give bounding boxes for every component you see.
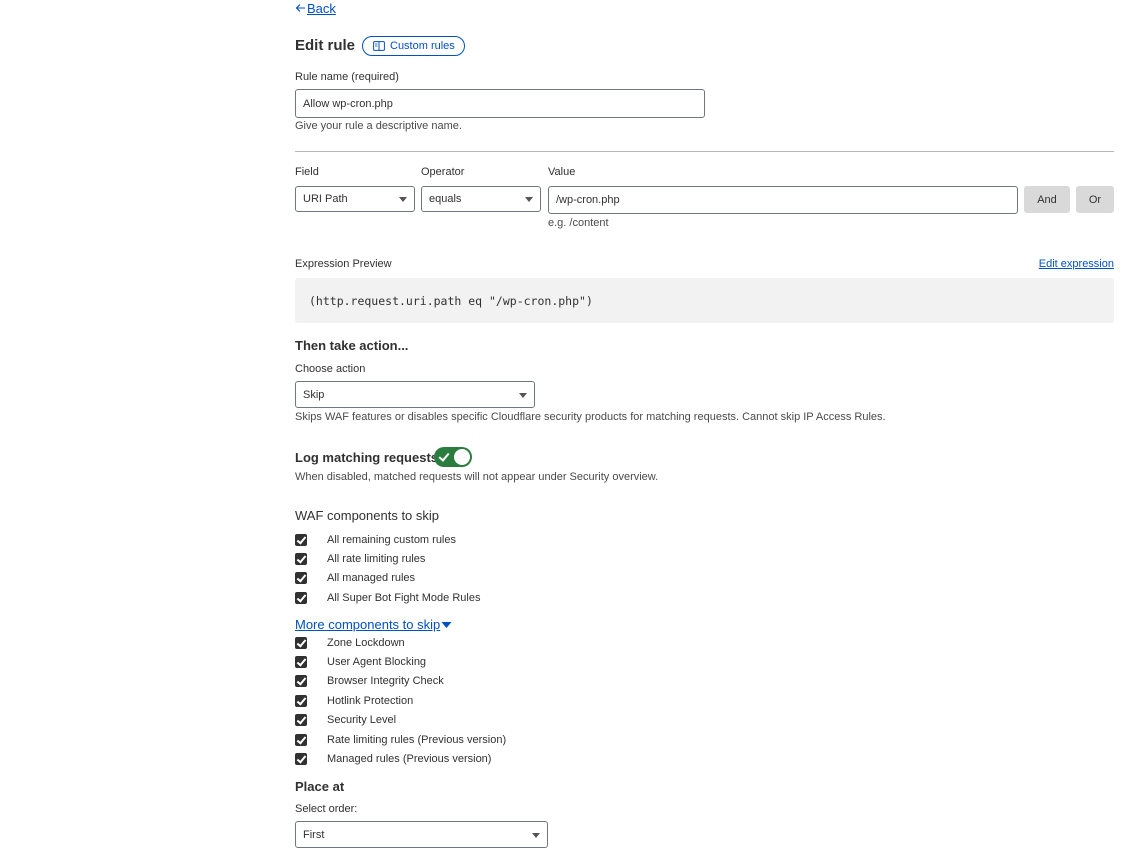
chevron-down-icon [532, 832, 540, 838]
custom-rules-docs-pill[interactable]: Custom rules [362, 36, 465, 56]
order-select-value: First [303, 828, 325, 841]
operator-label: Operator [421, 166, 465, 178]
operator-select-value: equals [429, 193, 462, 205]
field-label: Field [295, 166, 319, 178]
expression-preview-code: (http.request.uri.path eq "/wp-cron.php"… [295, 278, 1114, 323]
book-icon [373, 41, 385, 51]
chevron-down-icon [525, 197, 533, 202]
operator-select[interactable]: equals [421, 186, 541, 212]
value-label: Value [548, 166, 576, 178]
back-label[interactable]: Back [307, 1, 336, 16]
waf-skip-item[interactable]: All Super Bot Fight Mode Rules [295, 590, 480, 606]
order-select[interactable]: First [295, 821, 548, 848]
waf-skip-item-label: All remaining custom rules [327, 534, 456, 546]
checkbox-checked-icon[interactable] [295, 675, 307, 687]
more-skip-item-label: Security Level [327, 714, 397, 726]
waf-skip-item-label: All managed rules [327, 572, 416, 584]
custom-rules-pill-label: Custom rules [390, 40, 455, 52]
caret-down-icon [441, 621, 452, 628]
more-skip-item-label: Browser Integrity Check [327, 675, 444, 687]
checkbox-checked-icon[interactable] [295, 553, 307, 565]
waf-skip-item[interactable]: All rate limiting rules [295, 551, 425, 567]
waf-skip-heading: WAF components to skip [295, 508, 440, 523]
more-skip-item-label: Managed rules (Previous version) [327, 753, 492, 765]
more-skip-item[interactable]: Managed rules (Previous version) [295, 751, 491, 767]
or-button[interactable]: Or [1076, 186, 1114, 213]
toggle-knob [454, 449, 470, 465]
more-skip-item[interactable]: User Agent Blocking [295, 654, 426, 670]
checkbox-checked-icon[interactable] [295, 656, 307, 668]
checkbox-checked-icon[interactable] [295, 753, 307, 765]
check-icon [438, 450, 450, 462]
waf-skip-item[interactable]: All remaining custom rules [295, 532, 456, 548]
checkbox-checked-icon[interactable] [295, 592, 307, 604]
waf-skip-item[interactable]: All managed rules [295, 570, 415, 586]
value-helper: e.g. /content [548, 217, 609, 229]
more-skip-item[interactable]: Hotlink Protection [295, 693, 413, 709]
more-components-toggle[interactable]: More components to skip [295, 617, 452, 632]
value-input[interactable]: /wp-cron.php [548, 186, 1018, 214]
waf-skip-item-label: All rate limiting rules [327, 553, 426, 565]
checkbox-checked-icon[interactable] [295, 695, 307, 707]
rule-name-helper: Give your rule a descriptive name. [295, 120, 462, 132]
more-skip-item-label: Hotlink Protection [327, 695, 414, 707]
field-select[interactable]: URI Path [295, 186, 415, 212]
section-divider [295, 151, 1114, 152]
place-at-heading: Place at [295, 779, 345, 794]
rule-name-value: Allow wp-cron.php [303, 97, 393, 110]
select-order-label: Select order: [295, 803, 358, 815]
log-requests-label: Log matching requests [295, 450, 439, 465]
action-select[interactable]: Skip [295, 381, 535, 408]
page-title: Edit rule [295, 37, 356, 54]
rule-name-label: Rule name (required) [295, 71, 399, 83]
log-requests-toggle[interactable] [434, 447, 472, 467]
checkbox-checked-icon[interactable] [295, 734, 307, 746]
more-skip-item-label: Zone Lockdown [327, 637, 405, 649]
expression-preview-label: Expression Preview [295, 258, 392, 270]
back-link[interactable]: Back [295, 0, 336, 16]
action-select-value: Skip [303, 388, 325, 401]
more-skip-item-label: User Agent Blocking [327, 656, 427, 668]
chevron-down-icon [519, 392, 527, 398]
more-skip-item[interactable]: Rate limiting rules (Previous version) [295, 732, 506, 748]
checkbox-checked-icon[interactable] [295, 637, 307, 649]
edit-expression-link[interactable]: Edit expression [1039, 258, 1114, 270]
value-input-value: /wp-cron.php [556, 194, 620, 206]
checkbox-checked-icon[interactable] [295, 572, 307, 584]
more-skip-item[interactable]: Zone Lockdown [295, 635, 405, 651]
action-helper: Skips WAF features or disables specific … [295, 411, 886, 423]
chevron-down-icon [399, 197, 407, 202]
more-skip-item[interactable]: Browser Integrity Check [295, 673, 444, 689]
waf-skip-item-label: All Super Bot Fight Mode Rules [327, 592, 481, 604]
checkbox-checked-icon[interactable] [295, 714, 307, 726]
more-skip-item-label: Rate limiting rules (Previous version) [327, 734, 507, 746]
choose-action-label: Choose action [295, 363, 366, 375]
more-skip-item[interactable]: Security Level [295, 712, 396, 728]
more-components-label[interactable]: More components to skip [295, 617, 440, 632]
action-heading: Then take action... [295, 338, 409, 353]
and-button[interactable]: And [1024, 186, 1070, 213]
log-requests-helper: When disabled, matched requests will not… [295, 471, 659, 483]
field-select-value: URI Path [303, 193, 348, 205]
checkbox-checked-icon[interactable] [295, 534, 307, 546]
rule-name-input[interactable]: Allow wp-cron.php [295, 89, 705, 118]
arrow-left-icon [295, 4, 305, 12]
